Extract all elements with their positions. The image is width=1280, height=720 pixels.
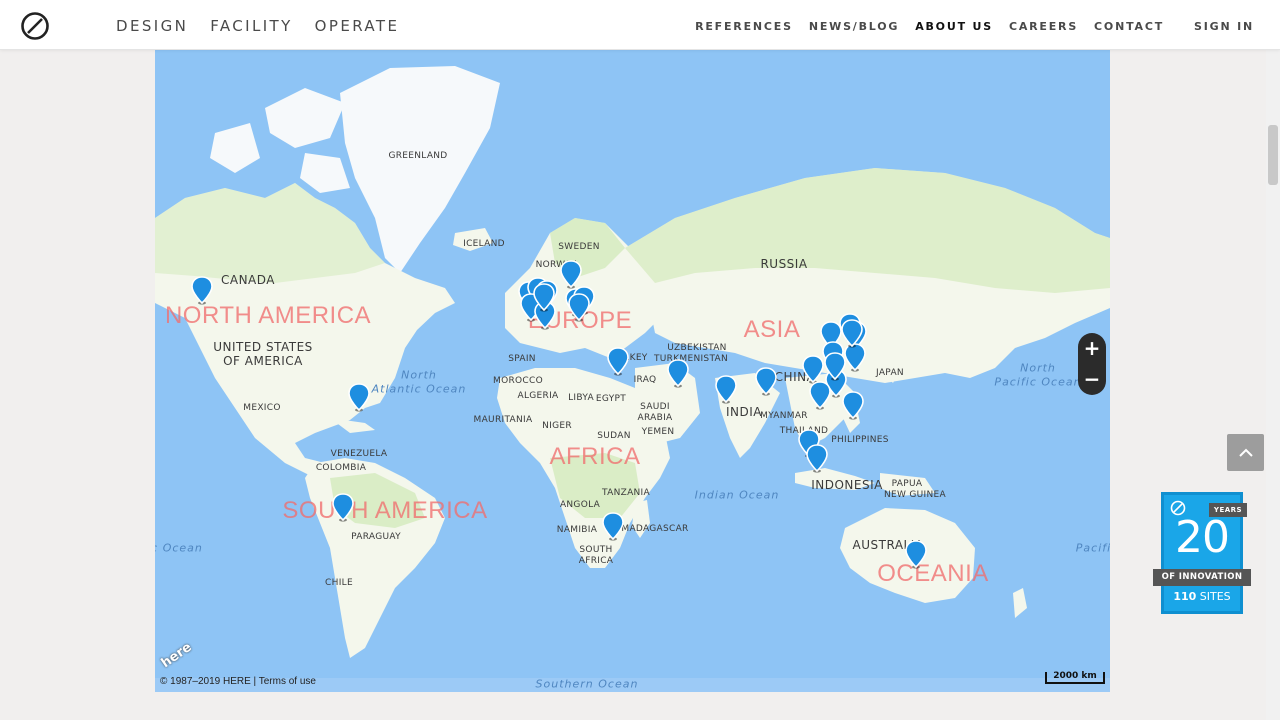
badge-ribbon: OF INNOVATION — [1153, 569, 1251, 586]
country-label: IRAQ — [633, 375, 657, 385]
nav-references[interactable]: REFERENCES — [695, 20, 793, 33]
country-label: COLOMBIA — [315, 463, 367, 473]
country-label: PARAGUAY — [351, 532, 401, 542]
nav-about-us[interactable]: ABOUT US — [915, 20, 993, 33]
country-label: MEXICO — [243, 403, 281, 413]
map-marker-icon[interactable] — [905, 540, 927, 570]
nav-facility[interactable]: FACILITY — [210, 17, 292, 35]
country-label: MYANMAR — [760, 411, 808, 421]
map-marker-icon[interactable] — [667, 359, 689, 389]
nav-news-blog[interactable]: NEWS/BLOG — [809, 20, 899, 33]
scrollbar-thumb[interactable] — [1268, 125, 1278, 185]
sign-in-link[interactable]: SIGN IN — [1194, 20, 1254, 33]
country-label: SPAIN — [508, 354, 536, 364]
country-label: MOROCCO — [493, 376, 543, 386]
continent-label-oceania: OCEANIA — [877, 560, 989, 587]
country-label: CHILE — [325, 578, 353, 588]
country-label: YEMEN — [641, 427, 675, 437]
ocean-label: North — [401, 368, 437, 382]
map-scale-bar: 2000 km — [1045, 672, 1105, 684]
nav-design[interactable]: DESIGN — [116, 17, 188, 35]
map-marker-icon[interactable] — [602, 512, 624, 542]
country-label: RUSSIA — [760, 257, 808, 271]
ocean-label: Pacific Ocean — [994, 375, 1082, 389]
badge-sites-count: 110 — [1173, 590, 1197, 603]
world-map[interactable]: GREENLAND CANADA UNITED STATES OF AMERIC… — [155, 48, 1110, 692]
map-marker-icon[interactable] — [806, 444, 828, 474]
country-label: INDONESIA — [811, 478, 883, 492]
country-label: GREENLAND — [388, 151, 448, 161]
country-label: PAPUA — [891, 479, 923, 489]
country-label: ICELAND — [463, 239, 505, 249]
country-label: EGYPT — [595, 394, 627, 404]
country-label: JAPAN — [876, 368, 904, 378]
map-marker-icon[interactable] — [809, 381, 831, 411]
country-label: ALGERIA — [517, 391, 559, 401]
ocean-label: Southern Ocean — [535, 677, 639, 691]
secondary-nav: REFERENCES NEWS/BLOG ABOUT US CAREERS CO… — [695, 20, 1254, 33]
map-base-layer — [155, 48, 1110, 692]
map-marker-icon[interactable] — [332, 493, 354, 523]
continent-label-south-america: SOUTH AMERICA — [282, 497, 488, 524]
ocean-label: Pacific — [1075, 541, 1110, 555]
site-header: DESIGN FACILITY OPERATE REFERENCES NEWS/… — [0, 0, 1280, 50]
map-marker-icon[interactable] — [755, 367, 777, 397]
country-label: SAUDI — [640, 402, 670, 412]
country-label: NIGER — [542, 421, 572, 431]
map-marker-icon[interactable] — [191, 276, 213, 306]
country-label: MAURITANIA — [473, 415, 533, 425]
country-label: SOUTH — [579, 545, 613, 555]
map-marker-icon[interactable] — [824, 352, 846, 382]
country-label: LIBYA — [568, 393, 594, 403]
map-marker-icon[interactable] — [715, 375, 737, 405]
continent-label-north-america: NORTH AMERICA — [164, 302, 372, 329]
primary-nav: DESIGN FACILITY OPERATE — [116, 17, 399, 35]
country-label: OF AMERICA — [223, 354, 303, 368]
zoom-controls: + − — [1078, 333, 1106, 395]
continent-label-asia: ASIA — [743, 316, 801, 343]
country-label: PHILIPPINES — [831, 435, 889, 445]
map-marker-icon[interactable] — [568, 293, 590, 323]
country-label: TANZANIA — [602, 488, 650, 498]
map-marker-icon[interactable] — [842, 391, 864, 421]
country-label: ARABIA — [637, 413, 673, 423]
map-marker-icon[interactable] — [348, 383, 370, 413]
country-label: INDIA — [725, 405, 763, 419]
nav-operate[interactable]: OPERATE — [315, 17, 400, 35]
circle-slash-logo[interactable] — [20, 11, 50, 41]
ocean-label: ic Ocean — [155, 541, 203, 555]
country-label: ANGOLA — [559, 500, 601, 510]
map-attribution[interactable]: © 1987–2019 HERE | Terms of use — [160, 676, 316, 687]
continent-label-africa: AFRICA — [549, 443, 641, 470]
zoom-in-button[interactable]: + — [1078, 333, 1106, 364]
nav-careers[interactable]: CAREERS — [1009, 20, 1078, 33]
country-label: UNITED STATES — [213, 340, 313, 354]
page-scrollbar[interactable] — [1266, 50, 1280, 720]
scroll-top-button[interactable] — [1227, 434, 1264, 471]
country-label: TURKMENISTAN — [653, 354, 729, 364]
country-label: NEW GUINEA — [884, 490, 946, 500]
ocean-label: North — [1020, 361, 1056, 375]
country-label: AFRICA — [578, 556, 614, 566]
country-label: SWEDEN — [558, 242, 600, 252]
country-label: VENEZUELA — [330, 449, 388, 459]
country-label: CANADA — [220, 273, 276, 287]
anniversary-badge[interactable]: YEARS 20 OF INNOVATION 110 SITES — [1153, 492, 1251, 616]
map-marker-icon[interactable] — [841, 319, 863, 349]
map-marker-icon[interactable] — [607, 347, 629, 377]
ocean-label: Indian Ocean — [694, 488, 780, 502]
ocean-label: Atlantic Ocean — [371, 382, 467, 396]
badge-number: 20 — [1175, 512, 1230, 563]
country-label: UZBEKISTAN — [667, 343, 727, 353]
zoom-out-button[interactable]: − — [1078, 364, 1106, 395]
badge-sites: 110 SITES — [1161, 590, 1243, 603]
country-label: SUDAN — [597, 431, 631, 441]
chevron-up-icon — [1238, 448, 1253, 457]
country-label: NAMIBIA — [556, 525, 598, 535]
badge-sites-label: SITES — [1199, 590, 1231, 603]
country-label: MADAGASCAR — [621, 524, 689, 534]
nav-contact[interactable]: CONTACT — [1094, 20, 1164, 33]
map-marker-icon[interactable] — [533, 283, 555, 313]
